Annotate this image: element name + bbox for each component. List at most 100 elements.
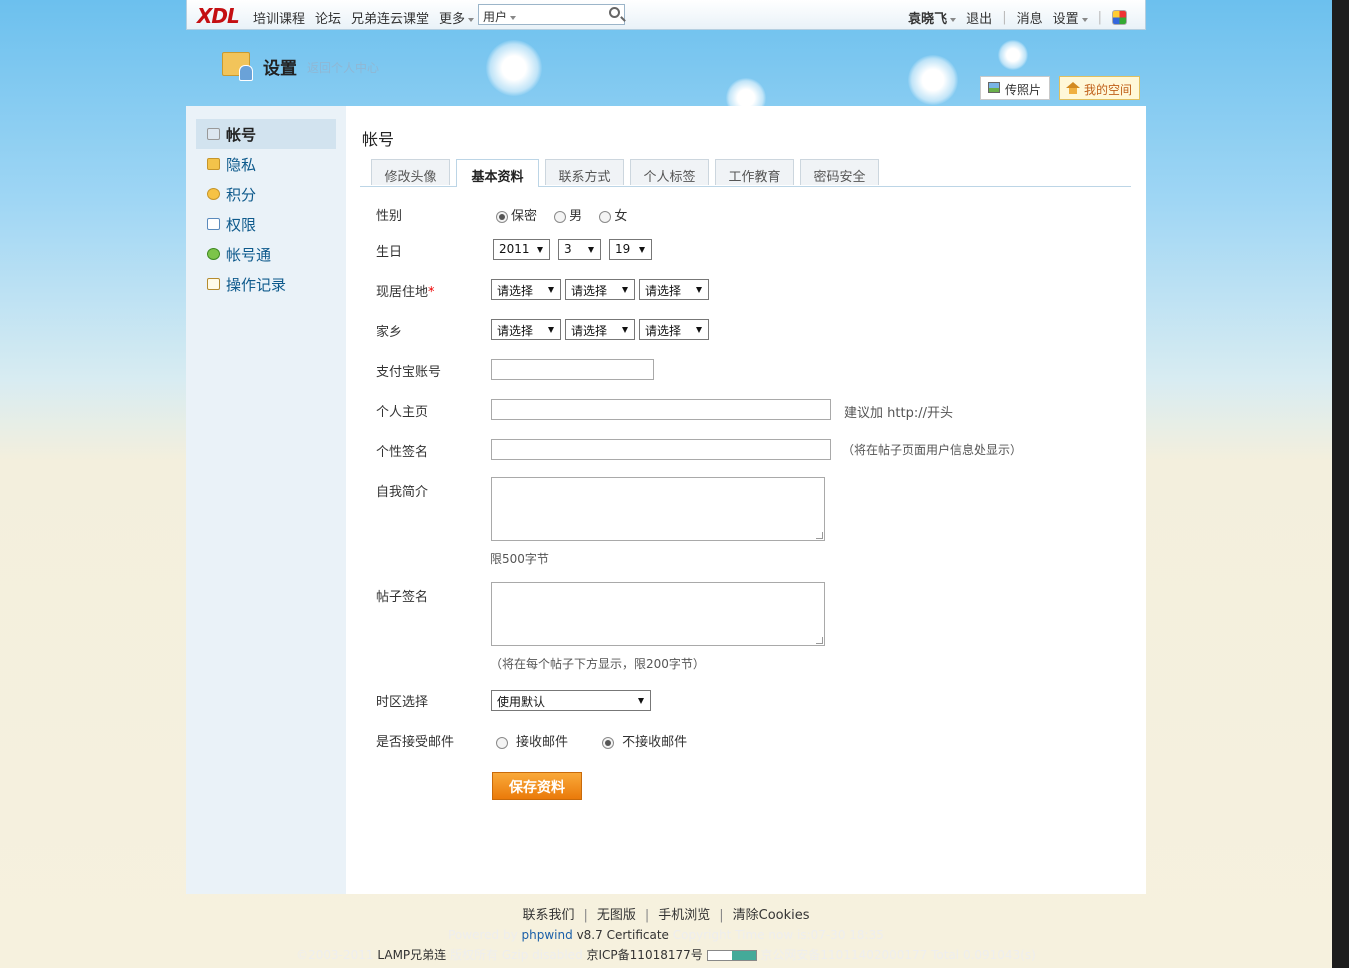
intro-textarea[interactable] <box>491 477 825 541</box>
footer-link-text-version[interactable]: 无图版 <box>597 908 636 923</box>
signature-input[interactable] <box>491 439 831 460</box>
nav-forum[interactable]: 论坛 <box>315 8 341 27</box>
upload-photo-button[interactable]: 传照片 <box>980 76 1050 100</box>
email-radio-group: 接收邮件 不接收邮件 <box>496 731 700 750</box>
page-footer: 联系我们 | 无图版 | 手机浏览 | 清除Cookies Powered by phpwi… <box>186 904 1146 962</box>
sidebar-item-account-link[interactable]: 帐号通 <box>196 239 336 269</box>
tab-change-avatar[interactable]: 修改头像 <box>371 159 450 185</box>
sync-icon <box>207 248 220 260</box>
settings-menu[interactable]: 设置 <box>1053 8 1088 27</box>
top-nav-links: 培训课程 论坛 兄弟连云课堂 更多 <box>253 8 475 27</box>
tab-basic-info[interactable]: 基本资料 <box>456 159 539 187</box>
hometown-label: 家乡 <box>376 325 403 340</box>
tab-personal-tags[interactable]: 个人标签 <box>630 159 709 185</box>
tab-password-security[interactable]: 密码安全 <box>800 159 879 185</box>
residence-label: 现居住地* <box>376 281 435 300</box>
sidebar-item-label: 权限 <box>226 216 257 234</box>
birthday-label: 生日 <box>376 245 403 260</box>
divider: | <box>719 908 724 923</box>
nav-cloud-classroom[interactable]: 兄弟连云课堂 <box>351 8 429 27</box>
gender-option-secret[interactable]: 保密 <box>496 209 537 224</box>
logout-link[interactable]: 退出 <box>966 8 992 27</box>
birth-year-select[interactable]: 2011 <box>493 239 550 260</box>
timezone-select[interactable]: 使用默认 <box>491 690 651 711</box>
residence-district-select[interactable]: 请选择 <box>639 279 709 300</box>
hometown-province-select[interactable]: 请选择 <box>491 319 561 340</box>
main-panel: 帐号 隐私 积分 权限 帐号通 操作记录 帐号 修改头像 基本资料 联系方式 个… <box>186 106 1146 894</box>
search-box[interactable]: 用户 <box>478 4 625 25</box>
footer-link-mobile[interactable]: 手机浏览 <box>658 908 710 923</box>
police-record-text: 京公网安备11011402000177 Total 0.091043(s) <box>760 948 1036 962</box>
post-signature-label: 帖子签名 <box>376 590 429 605</box>
homepage-input[interactable] <box>491 399 831 420</box>
sidebar-item-points[interactable]: 积分 <box>196 179 336 209</box>
section-title: 帐号 <box>362 130 395 149</box>
radio-selected <box>602 736 615 749</box>
chevron-down-icon <box>1081 17 1088 22</box>
chevron-down-icon <box>468 17 475 22</box>
page-title: 设置 <box>263 59 297 79</box>
back-to-profile-link[interactable]: 返回个人中心 <box>307 59 379 76</box>
search-category-select[interactable]: 用户 <box>483 8 517 25</box>
nav-training-courses[interactable]: 培训课程 <box>253 8 305 27</box>
residence-province-select[interactable]: 请选择 <box>491 279 561 300</box>
lock-icon <box>207 158 220 170</box>
radio-unselected <box>496 736 508 749</box>
post-signature-textarea[interactable] <box>491 582 825 646</box>
gender-label: 性别 <box>376 209 403 224</box>
divider: | <box>1097 10 1102 25</box>
tab-work-education[interactable]: 工作教育 <box>715 159 794 185</box>
site-logo[interactable]: XDL <box>197 4 240 28</box>
hometown-city-select[interactable]: 请选择 <box>565 319 635 340</box>
dandelion-decoration <box>908 55 958 105</box>
cnzz-badge-icon[interactable] <box>706 950 757 961</box>
settings-folder-icon <box>222 52 253 81</box>
birth-month-select[interactable]: 3 <box>558 239 601 260</box>
sidebar-item-label: 操作记录 <box>226 276 287 294</box>
footer-link-contact[interactable]: 联系我们 <box>522 908 574 923</box>
timezone-label: 时区选择 <box>376 695 429 710</box>
search-icon[interactable] <box>609 7 620 18</box>
coins-icon <box>207 188 220 200</box>
home-icon <box>1066 82 1080 94</box>
radio-unselected <box>554 210 567 223</box>
sidebar-item-permissions[interactable]: 权限 <box>196 209 336 239</box>
nav-more-label: 更多 <box>439 12 466 27</box>
sidebar-item-label: 帐号通 <box>226 246 272 264</box>
email-option-decline[interactable]: 不接收邮件 <box>602 735 687 750</box>
permission-icon <box>207 218 220 230</box>
edit-log-icon <box>207 278 220 290</box>
top-navigation-bar: XDL 培训课程 论坛 兄弟连云课堂 更多 用户 袁晓飞 退出 | 消息 设置 … <box>186 0 1146 30</box>
username-menu[interactable]: 袁晓飞 <box>908 8 957 27</box>
settings-sidebar: 帐号 隐私 积分 权限 帐号通 操作记录 <box>186 106 346 894</box>
site-name-link[interactable]: LAMP兄弟连 <box>377 948 446 962</box>
nav-more[interactable]: 更多 <box>439 8 475 27</box>
sidebar-item-activity-log[interactable]: 操作记录 <box>196 269 336 299</box>
email-option-label: 接收邮件 <box>516 735 569 750</box>
gender-option-female[interactable]: 女 <box>599 209 627 224</box>
residence-city-select[interactable]: 请选择 <box>565 279 635 300</box>
settings-content: 帐号 修改头像 基本资料 联系方式 个人标签 工作教育 密码安全 性别 保密 男… <box>346 106 1146 894</box>
save-profile-button[interactable]: 保存资料 <box>492 772 582 800</box>
icp-link[interactable]: 京ICP备11018177号 <box>587 948 703 962</box>
email-option-label: 不接收邮件 <box>622 735 688 750</box>
birth-day-select[interactable]: 19 <box>609 239 652 260</box>
phpwind-link[interactable]: phpwind <box>522 928 573 942</box>
sidebar-item-privacy[interactable]: 隐私 <box>196 149 336 179</box>
hometown-district-select[interactable]: 请选择 <box>639 319 709 340</box>
messages-link[interactable]: 消息 <box>1017 8 1043 27</box>
certificate-link[interactable]: Certificate <box>607 928 669 942</box>
sidebar-item-account[interactable]: 帐号 <box>196 119 336 149</box>
gender-option-male[interactable]: 男 <box>554 209 582 224</box>
footer-link-clear-cookies[interactable]: 清除Cookies <box>733 908 810 923</box>
footer-copyright-line: ©2003-2011 LAMP兄弟连 版权所有 Gzip disabled 京I… <box>186 946 1146 963</box>
gender-radio-group: 保密 男 女 <box>496 205 640 224</box>
radio-selected <box>496 210 508 223</box>
alipay-label: 支付宝账号 <box>376 365 442 380</box>
alipay-input[interactable] <box>491 359 654 380</box>
email-option-receive[interactable]: 接收邮件 <box>496 735 568 750</box>
my-space-button[interactable]: 我的空间 <box>1059 76 1140 100</box>
intro-label: 自我简介 <box>376 485 429 500</box>
app-launcher-icon[interactable] <box>1112 10 1127 25</box>
tab-contact[interactable]: 联系方式 <box>545 159 624 185</box>
